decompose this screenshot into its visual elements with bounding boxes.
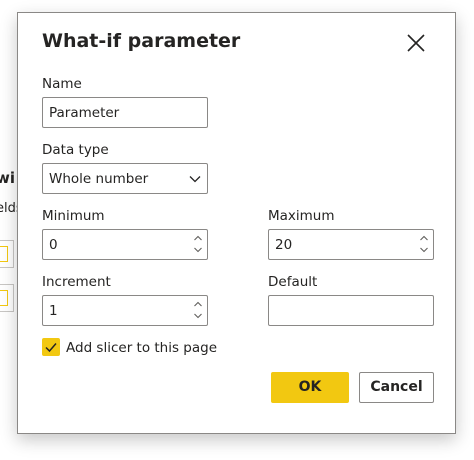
- increment-value: 1: [49, 303, 58, 319]
- chevron-down-icon[interactable]: [419, 244, 429, 255]
- minimum-value: 0: [49, 237, 58, 253]
- what-if-parameter-dialog: What-if parameter Name Parameter Data ty…: [17, 12, 456, 434]
- chevron-down-icon[interactable]: [193, 244, 203, 255]
- increment-spinner[interactable]: [193, 299, 203, 322]
- visual-icon: [0, 290, 8, 306]
- ok-button[interactable]: OK: [271, 372, 349, 403]
- name-value: Parameter: [49, 105, 120, 121]
- chevron-up-icon[interactable]: [193, 233, 203, 244]
- add-slicer-checkbox[interactable]: [42, 338, 60, 356]
- background-heading-fragment: wi: [0, 169, 15, 187]
- increment-input[interactable]: 1: [42, 295, 208, 326]
- name-label: Name: [42, 76, 82, 92]
- data-type-label: Data type: [42, 142, 109, 158]
- cancel-button[interactable]: Cancel: [359, 372, 434, 403]
- visual-icon: [0, 246, 8, 262]
- maximum-value: 20: [275, 237, 293, 253]
- checkmark-icon: [45, 343, 57, 353]
- minimum-spinner[interactable]: [193, 233, 203, 256]
- minimum-input[interactable]: 0: [42, 229, 208, 260]
- close-icon: [407, 34, 425, 52]
- data-type-value: Whole number: [49, 171, 149, 187]
- name-input[interactable]: Parameter: [42, 97, 208, 128]
- default-label: Default: [268, 274, 318, 290]
- add-slicer-label[interactable]: Add slicer to this page: [66, 340, 217, 356]
- chevron-down-icon: [189, 176, 201, 183]
- maximum-label: Maximum: [268, 208, 335, 224]
- background-visual-card: [0, 240, 14, 268]
- background-visual-card: [0, 284, 14, 312]
- minimum-label: Minimum: [42, 208, 105, 224]
- chevron-up-icon[interactable]: [419, 233, 429, 244]
- chevron-up-icon[interactable]: [193, 299, 203, 310]
- maximum-spinner[interactable]: [419, 233, 429, 256]
- maximum-input[interactable]: 20: [268, 229, 434, 260]
- default-input[interactable]: [268, 295, 434, 326]
- increment-label: Increment: [42, 274, 111, 290]
- data-type-dropdown[interactable]: Whole number: [42, 163, 208, 194]
- chevron-down-icon[interactable]: [193, 310, 203, 321]
- close-button[interactable]: [406, 33, 426, 53]
- dialog-title: What-if parameter: [42, 30, 241, 52]
